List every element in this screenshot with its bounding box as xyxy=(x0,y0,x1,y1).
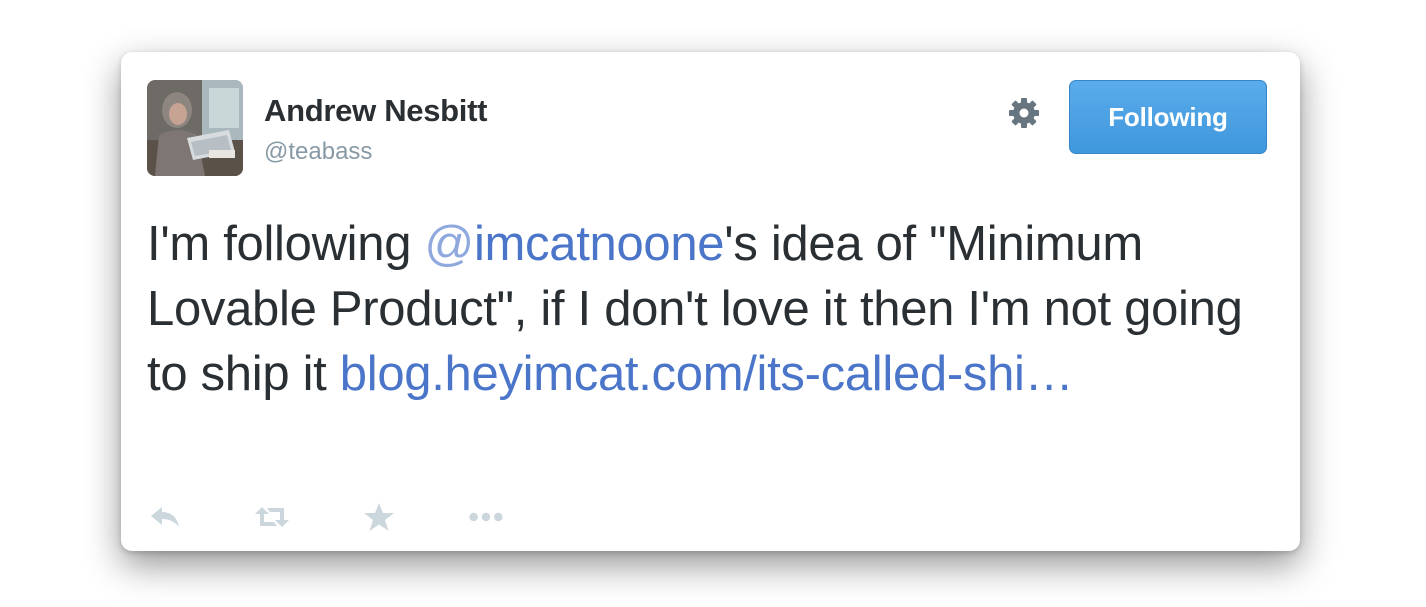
author-handle[interactable]: @teabass xyxy=(264,138,372,166)
avatar-image xyxy=(147,80,243,176)
avatar[interactable] xyxy=(147,80,243,176)
gear-icon[interactable] xyxy=(1006,95,1042,131)
url-link[interactable]: blog.heyimcat.com/its-called-shi… xyxy=(340,347,1074,401)
tweet-text-before-mention: I'm following xyxy=(147,217,425,271)
mention-link[interactable]: @imcatnoone xyxy=(424,217,724,271)
following-button[interactable]: Following xyxy=(1069,80,1267,154)
mention-at: @ xyxy=(424,217,474,271)
author-name[interactable]: Andrew Nesbitt xyxy=(264,93,487,129)
tweet-card: Andrew Nesbitt @teabass Following I'm fo… xyxy=(121,52,1300,551)
tweet-text: I'm following @imcatnoone's idea of "Min… xyxy=(147,212,1267,407)
tweet-actions xyxy=(147,500,575,534)
more-icon[interactable] xyxy=(468,502,504,532)
favorite-icon[interactable] xyxy=(361,502,397,532)
reply-icon[interactable] xyxy=(147,502,183,532)
retweet-icon[interactable] xyxy=(254,502,290,532)
mention-name: imcatnoone xyxy=(473,217,725,271)
